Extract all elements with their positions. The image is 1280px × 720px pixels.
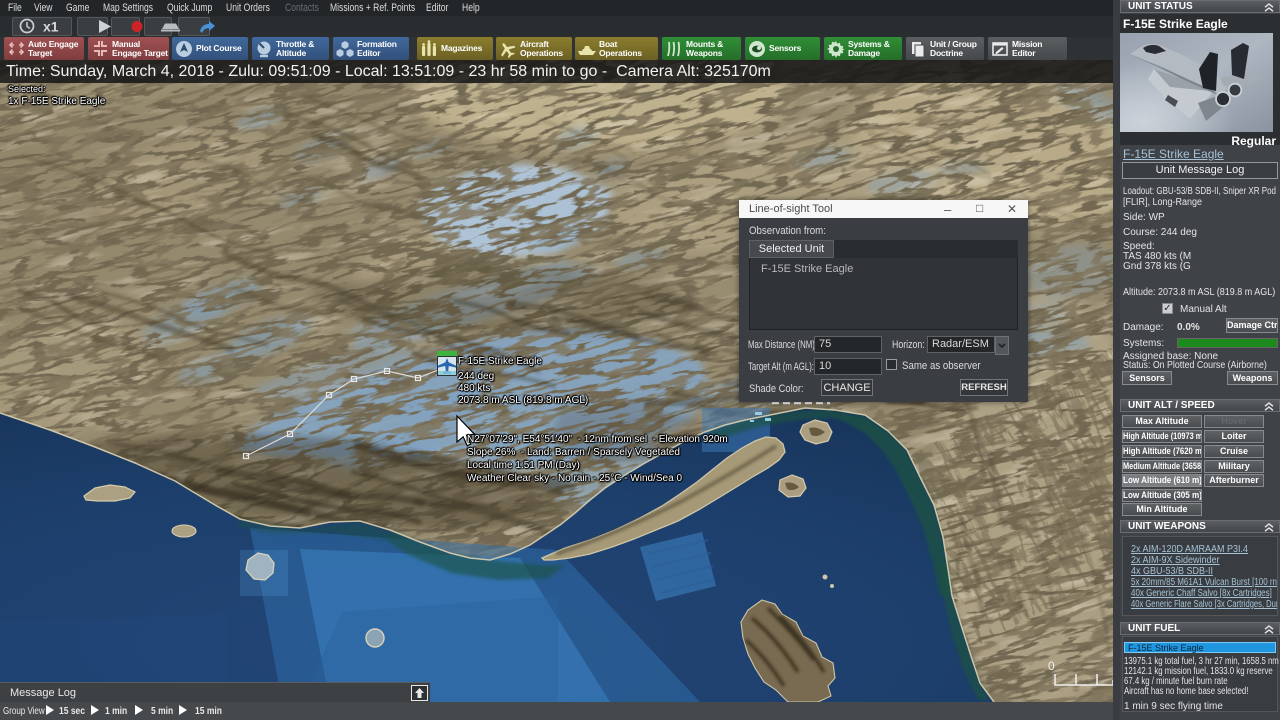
svg-text:0: 0 — [1048, 659, 1055, 673]
svg-text:x1: x1 — [43, 19, 59, 35]
